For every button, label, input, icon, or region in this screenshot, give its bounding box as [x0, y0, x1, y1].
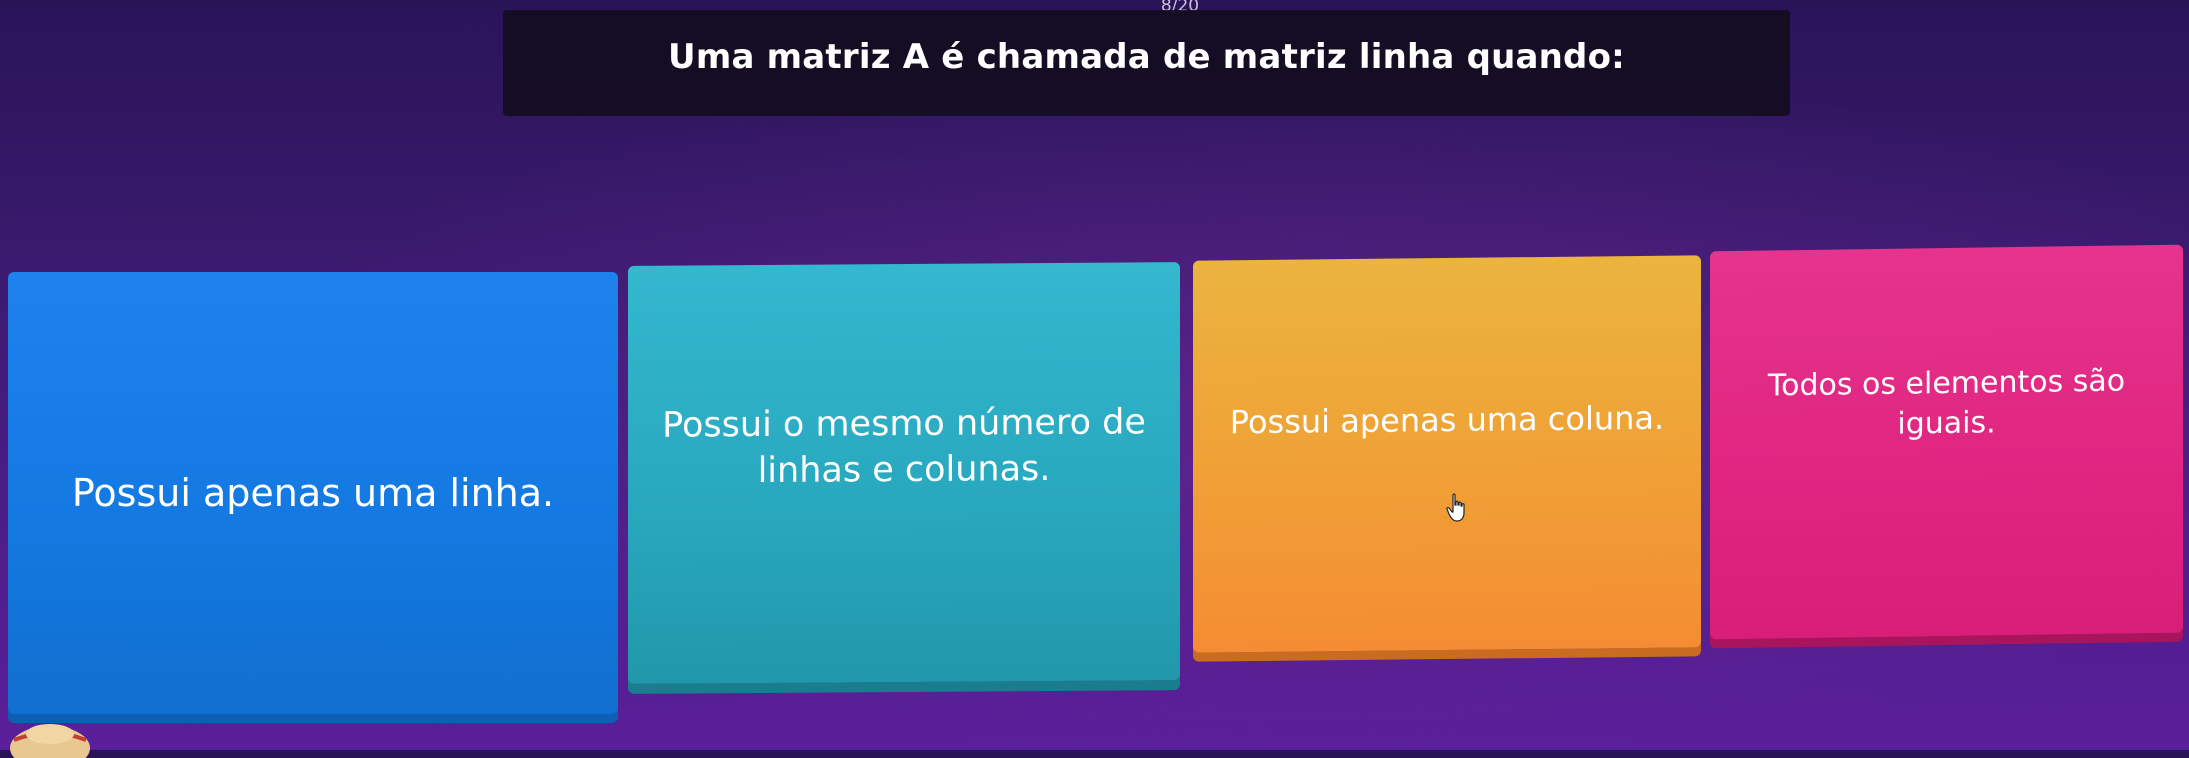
question-text: Uma matriz A é chamada de matriz linha q…: [668, 37, 1625, 77]
question-banner: Uma matriz A é chamada de matriz linha q…: [503, 10, 1790, 116]
answer-option-3-label: Possui apenas uma coluna.: [1229, 398, 1665, 442]
answer-option-4-label: Todos os elementos são iguais.: [1767, 363, 2126, 442]
answer-option-3[interactable]: Possui apenas uma coluna.: [1193, 255, 1701, 653]
answer-option-2-label: Possui o mesmo número de linhas e coluna…: [662, 402, 1146, 492]
hand-pointer-icon: [1446, 493, 1465, 522]
answer-option-1-label: Possui apenas uma linha.: [71, 470, 555, 515]
answer-option-4[interactable]: Todos os elementos são iguais.: [1710, 244, 2183, 640]
answer-option-1[interactable]: Possui apenas uma linha.: [8, 272, 618, 714]
player-avatar-icon: [10, 724, 90, 758]
answer-option-2[interactable]: Possui o mesmo número de linhas e coluna…: [628, 262, 1180, 684]
